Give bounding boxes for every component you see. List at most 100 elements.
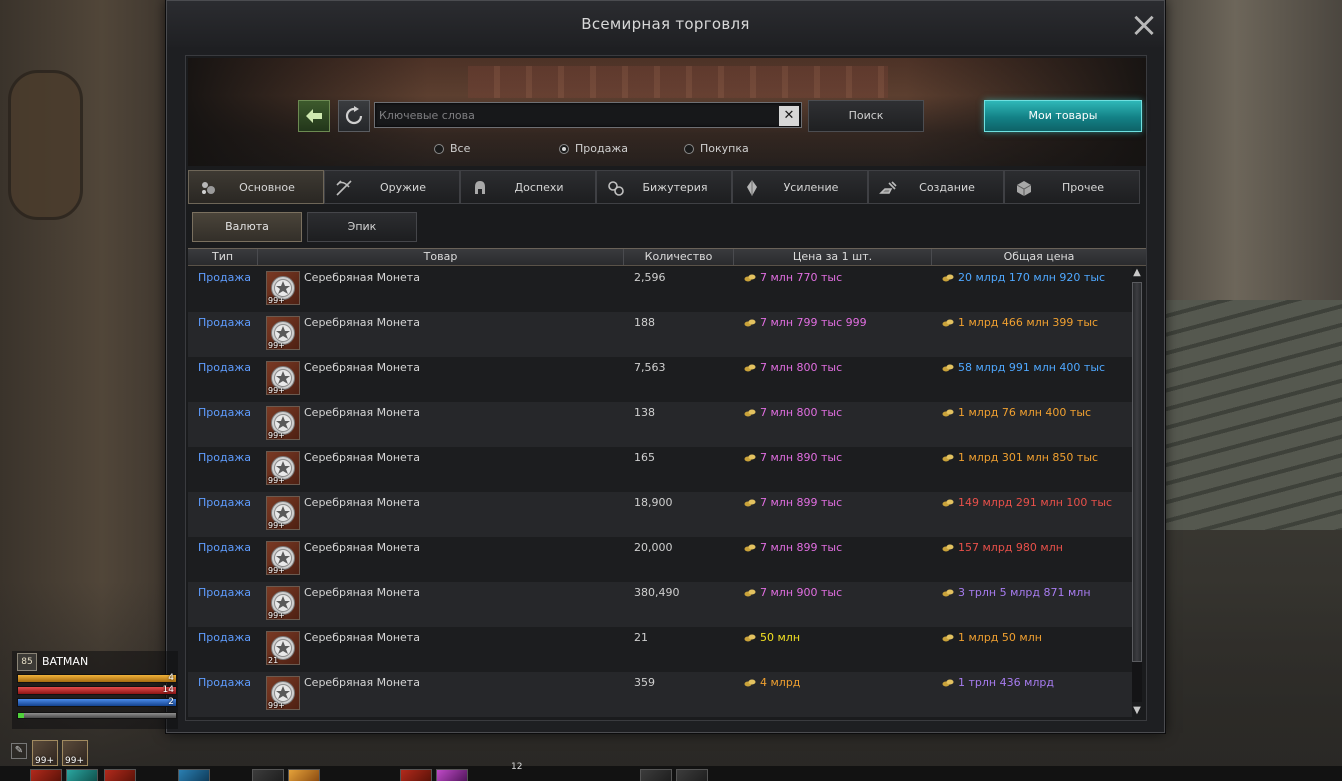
background-tower: [1164, 0, 1342, 300]
unit-price-value: 7 млн 899 тыс: [760, 496, 843, 509]
hotbar-slot[interactable]: [436, 769, 468, 781]
table-row[interactable]: Продажа 99+ Серебряная Монета 165 7 млн 890 …: [188, 447, 1132, 492]
back-button[interactable]: [298, 100, 330, 132]
tab-basic[interactable]: Основное: [188, 170, 324, 204]
hotbar-slot[interactable]: [252, 769, 284, 781]
column-header-item[interactable]: Товар: [258, 249, 624, 265]
column-header-unit-price[interactable]: Цена за 1 шт.: [734, 249, 932, 265]
table-row[interactable]: Продажа 99+ Серебряная Монета 7,563 7 млн 80…: [188, 357, 1132, 402]
my-goods-button[interactable]: Мои товары: [984, 100, 1142, 132]
item-icon[interactable]: 99+: [266, 496, 300, 530]
crossbow-icon: [336, 180, 352, 196]
row-type[interactable]: Продажа: [188, 447, 258, 492]
row-type[interactable]: Продажа: [188, 627, 258, 672]
scroll-down-button[interactable]: ▼: [1131, 705, 1143, 717]
tab-enhance[interactable]: Усиление: [732, 170, 868, 204]
item-icon[interactable]: 99+: [266, 451, 300, 485]
pencil-icon: ✎: [14, 745, 24, 756]
filter-label: Продажа: [575, 142, 628, 155]
item-icon[interactable]: 99+: [266, 541, 300, 575]
filter-label: Все: [450, 142, 471, 155]
edit-buffs-button[interactable]: ✎: [11, 743, 27, 759]
row-type[interactable]: Продажа: [188, 672, 258, 717]
item-stack-count: 99+: [268, 296, 285, 305]
item-stack-count: 99+: [268, 341, 285, 350]
hotbar-slot[interactable]: [30, 769, 62, 781]
background-steps: [1164, 300, 1342, 530]
filter-all[interactable]: Все: [434, 142, 470, 155]
hotbar-slot[interactable]: [66, 769, 98, 781]
item-icon[interactable]: 99+: [266, 316, 300, 350]
window-titlebar[interactable]: Всемирная торговля ×: [167, 1, 1164, 47]
xp-fill: [18, 713, 25, 718]
hotbar-slot[interactable]: [288, 769, 320, 781]
hotbar-slot[interactable]: [400, 769, 432, 781]
buff-slot[interactable]: 99+: [62, 740, 88, 766]
table-row[interactable]: Продажа 99+ Серебряная Монета 188 7 млн 799 …: [188, 312, 1132, 357]
tab-label: Прочее: [1061, 180, 1105, 194]
tab-other[interactable]: Прочее: [1004, 170, 1140, 204]
radio-icon: [684, 143, 694, 154]
item-icon[interactable]: 99+: [266, 406, 300, 440]
search-button[interactable]: Поиск: [808, 100, 924, 132]
refresh-button[interactable]: [338, 100, 370, 132]
hotbar-slot[interactable]: [676, 769, 708, 781]
column-header-total-price[interactable]: Общая цена: [932, 249, 1146, 265]
item-stack-count: 21: [268, 656, 279, 665]
hotbar-slot[interactable]: [640, 769, 672, 781]
item-icon[interactable]: 99+: [266, 361, 300, 395]
row-item: 99+ Серебряная Монета: [258, 357, 624, 402]
row-unit-price: 7 млн 800 тыс: [734, 357, 932, 402]
table-row[interactable]: Продажа 99+ Серебряная Монета 18,900 7 млн 8…: [188, 492, 1132, 537]
row-item: 99+ Серебряная Монета: [258, 312, 624, 357]
tab-jewelry[interactable]: Бижутерия: [596, 170, 732, 204]
close-button[interactable]: ×: [1129, 8, 1159, 42]
item-icon[interactable]: 99+: [266, 271, 300, 305]
table-row[interactable]: Продажа 99+ Серебряная Монета 359 4 млрд 1 тр…: [188, 672, 1132, 717]
item-icon[interactable]: 99+: [266, 676, 300, 710]
search-input[interactable]: [379, 106, 769, 124]
hotbar-page-number[interactable]: 12: [511, 762, 522, 772]
clear-search-button[interactable]: ✕: [779, 106, 799, 126]
row-type[interactable]: Продажа: [188, 267, 258, 312]
table-row[interactable]: Продажа 99+ Серебряная Монета 2,596 7 млн 77…: [188, 267, 1132, 312]
player-status[interactable]: 85 BATMAN 4 14 2: [12, 651, 178, 729]
row-type[interactable]: Продажа: [188, 582, 258, 627]
total-price-value: 1 млрд 50 млн: [958, 631, 1042, 644]
scroll-up-button[interactable]: ▲: [1131, 267, 1143, 279]
row-type[interactable]: Продажа: [188, 492, 258, 537]
hotbar-slot[interactable]: [104, 769, 136, 781]
adena-coin-icon: [744, 409, 756, 417]
column-header-quantity[interactable]: Количество: [624, 249, 734, 265]
player-name: BATMAN: [42, 655, 89, 668]
scroll-thumb[interactable]: [1132, 282, 1142, 662]
adena-coin-icon: [942, 544, 954, 552]
row-type[interactable]: Продажа: [188, 357, 258, 402]
buff-slot[interactable]: 99+: [32, 740, 58, 766]
table-row[interactable]: Продажа 99+ Серебряная Монета 138 7 млн 800 …: [188, 402, 1132, 447]
tab-armor[interactable]: Доспехи: [460, 170, 596, 204]
subtab-epic[interactable]: Эпик: [307, 212, 417, 242]
filter-sell[interactable]: Продажа: [559, 142, 628, 155]
table-row[interactable]: Продажа 99+ Серебряная Монета 380,490 7 млн …: [188, 582, 1132, 627]
tab-weapons[interactable]: Оружие: [324, 170, 460, 204]
gem-icon: [747, 180, 757, 196]
item-name: Серебряная Монета: [304, 271, 420, 284]
row-total-price: 1 млрд 301 млн 850 тыс: [932, 447, 1132, 492]
item-name: Серебряная Монета: [304, 631, 420, 644]
row-type[interactable]: Продажа: [188, 537, 258, 582]
column-header-type[interactable]: Тип: [188, 249, 258, 265]
filter-buy[interactable]: Покупка: [684, 142, 749, 155]
table-row[interactable]: Продажа 99+ Серебряная Монета 20,000 7 млн 8…: [188, 537, 1132, 582]
filter-label: Покупка: [700, 142, 749, 155]
row-type[interactable]: Продажа: [188, 402, 258, 447]
hotbar-slot[interactable]: [178, 769, 210, 781]
subtab-currency[interactable]: Валюта: [192, 212, 302, 242]
item-icon[interactable]: 99+: [266, 586, 300, 620]
row-type[interactable]: Продажа: [188, 312, 258, 357]
tab-craft[interactable]: Создание: [868, 170, 1004, 204]
item-icon[interactable]: 21: [266, 631, 300, 665]
row-item: 99+ Серебряная Монета: [258, 267, 624, 312]
adena-coin-icon: [744, 364, 756, 372]
table-row[interactable]: Продажа 21 Серебряная Монета 21 50 млн 1 млрд…: [188, 627, 1132, 672]
